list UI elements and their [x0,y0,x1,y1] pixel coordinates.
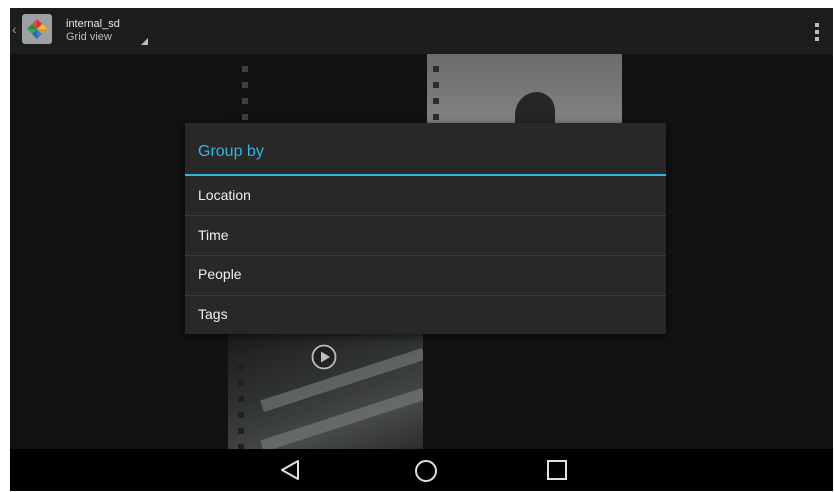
screen: ‹ internal_sd Grid view Group by Locatio… [10,8,833,491]
option-label: People [198,266,242,282]
video-thumbnail-2[interactable] [228,334,423,457]
album-title[interactable]: internal_sd [66,18,120,30]
option-label: Tags [198,306,228,322]
option-location[interactable]: Location [185,176,666,215]
action-bar: ‹ internal_sd Grid view [10,8,833,54]
view-mode-label[interactable]: Grid view [66,31,112,43]
play-icon [311,344,337,370]
dialog-title: Group by [198,143,264,160]
option-people[interactable]: People [185,255,666,294]
option-label: Time [198,227,229,243]
home-icon[interactable] [414,459,438,483]
overflow-menu-icon[interactable] [815,23,819,41]
group-by-dialog: Group by Location Time People Tags [185,123,666,334]
navigation-bar [10,449,833,491]
option-time[interactable]: Time [185,216,666,255]
option-tags[interactable]: Tags [185,295,666,334]
dropdown-triangle-icon[interactable] [141,38,148,45]
back-icon[interactable] [278,459,302,481]
recents-icon[interactable] [546,459,568,481]
photos-pinwheel-icon[interactable] [22,14,52,44]
back-arrow-icon[interactable]: ‹ [12,22,20,36]
option-label: Location [198,187,251,203]
photo-thumbnail[interactable] [427,54,622,134]
